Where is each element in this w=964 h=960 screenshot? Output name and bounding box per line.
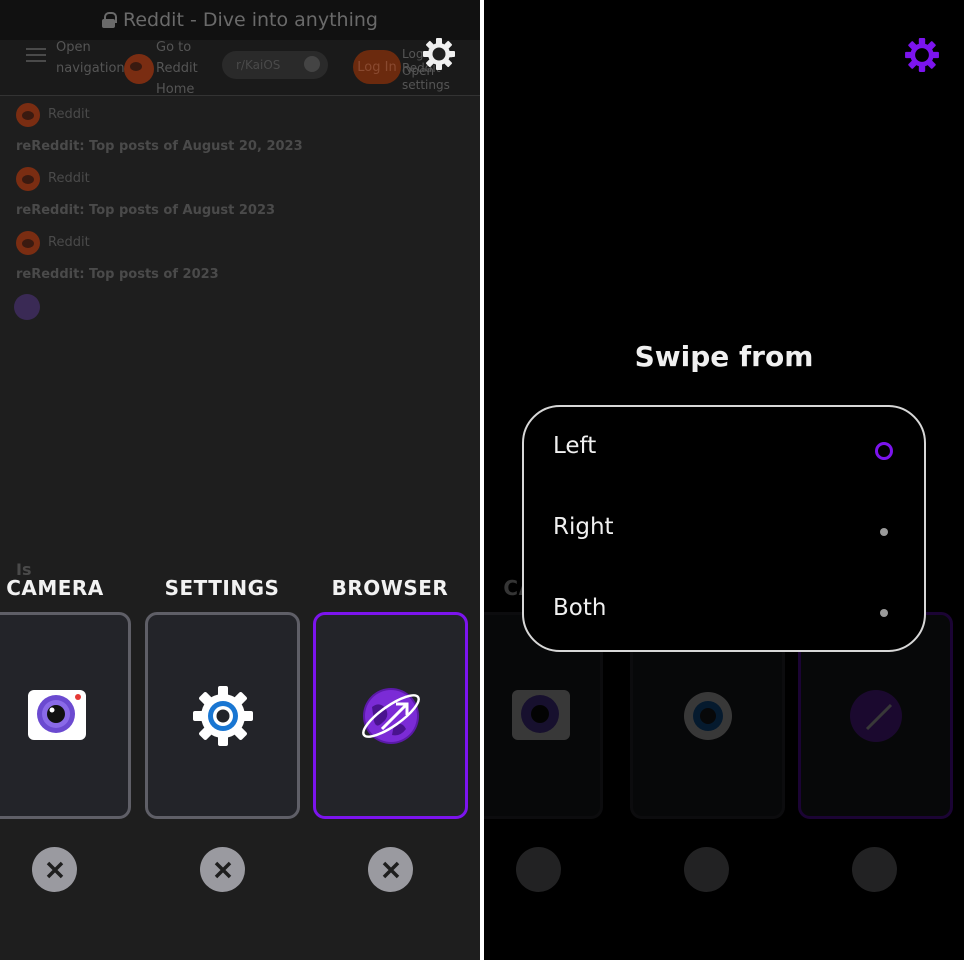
subreddit-chip-label: r/KaiOS [236,58,281,72]
app-label-browser: BROWSER [331,576,449,600]
app-card-browser[interactable] [313,612,468,819]
close-camera-button[interactable] [32,847,77,892]
close-icon [214,861,231,878]
option-left[interactable]: Left [524,408,924,489]
feed-source: Reddit [48,171,90,186]
browser-icon [849,689,902,742]
page-title: Reddit - Dive into anything [123,9,378,31]
app-card-settings[interactable] [145,612,300,819]
settings-gear-icon[interactable] [904,37,940,73]
app-label-camera: CAMERA [6,576,104,600]
feed-source: Reddit [48,235,90,250]
camera-icon [512,689,570,740]
dialog-title: Swipe from [634,340,814,373]
option-label: Right [553,514,614,540]
app-label-settings: SETTINGS [164,576,280,600]
settings-gear-icon[interactable] [422,37,456,71]
close-icon [46,861,63,878]
radio-unselected-icon [880,528,888,536]
hamburger-menu-icon[interactable] [26,48,46,62]
option-label: Left [553,433,597,459]
chip-close-icon[interactable] [304,56,320,72]
faded-close-button [852,847,897,892]
radio-selected-icon [875,442,893,460]
option-both[interactable]: Both [524,570,924,651]
browser-title-bar: Reddit - Dive into anything [0,0,480,40]
radio-unselected-icon [880,609,888,617]
close-browser-button[interactable] [368,847,413,892]
swipe-options-list: Left Right Both [522,405,926,652]
right-screen: CA Swipe from Left Right Both [484,0,964,960]
browser-icon [361,687,420,744]
reddit-avatar-icon [16,167,40,191]
reddit-avatar-icon [16,231,40,255]
faded-close-button [516,847,561,892]
feed-title[interactable]: reReddit: Top posts of August 20, 2023 [16,139,303,154]
feed-source: Reddit [48,107,90,122]
faded-close-button [684,847,729,892]
close-icon [382,861,399,878]
app-card-camera[interactable] [0,612,131,819]
feed-title[interactable]: reReddit: Top posts of August 2023 [16,203,275,218]
settings-app-icon [683,691,732,740]
reddit-avatar-icon [16,103,40,127]
option-right[interactable]: Right [524,489,924,570]
close-settings-button[interactable] [200,847,245,892]
go-home-label[interactable]: Go to Reddit Home [156,37,216,100]
camera-icon [28,689,86,740]
login-button[interactable]: Log In [353,50,401,84]
community-avatar-icon [14,294,40,320]
option-label: Both [553,595,607,621]
lock-icon [102,12,118,28]
open-navigation-label[interactable]: Open navigation [56,37,126,79]
settings-app-icon [192,685,253,746]
reddit-logo-icon[interactable] [124,54,154,84]
feed-title[interactable]: reReddit: Top posts of 2023 [16,267,219,282]
left-screen: Reddit - Dive into anything Open navigat… [0,0,480,960]
